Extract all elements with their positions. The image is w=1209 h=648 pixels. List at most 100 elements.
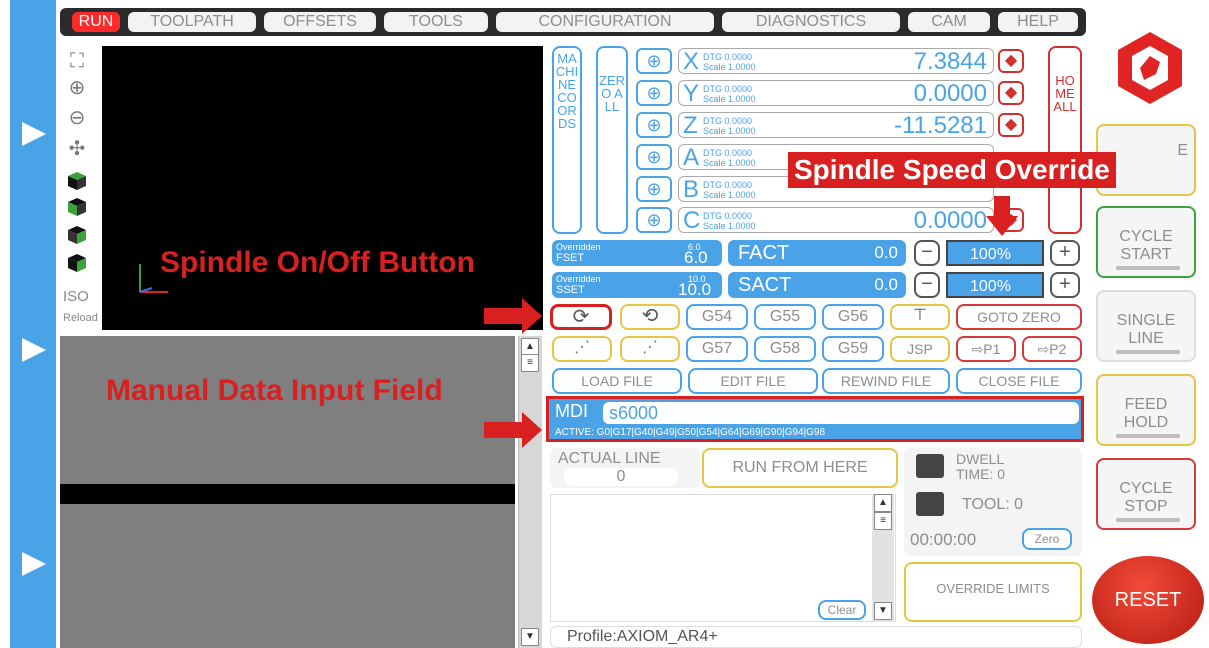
expand-arrow-icon[interactable] [22, 552, 46, 576]
toolpath-viewport[interactable] [102, 46, 543, 330]
coolant-flood-icon[interactable]: ⋰ [620, 336, 680, 362]
annotation-spindle-speed-override: Spindle Speed Override [788, 152, 1116, 188]
zoom-out-icon[interactable]: ⊖ [66, 107, 88, 129]
home-all-button[interactable]: HOME ALL [1048, 46, 1082, 234]
goto-p1-button[interactable]: ⇨P1 [956, 336, 1016, 362]
mdi-panel: MDI s6000 ACTIVE: G0|G17|G40|G49|G50|G54… [546, 396, 1084, 442]
tab-cam[interactable]: CAM [908, 12, 990, 32]
axis-value: -11.5281 [894, 112, 987, 139]
reset-button[interactable]: RESET [1092, 556, 1204, 644]
spindle-override-slider[interactable]: 100% [946, 272, 1044, 298]
axis-value: 7.3844 [913, 48, 987, 75]
spindle-plus-button[interactable]: + [1050, 272, 1080, 298]
edit-file-button[interactable]: EDIT FILE [688, 368, 818, 394]
zero-axis-icon[interactable]: ⊕ [636, 48, 672, 74]
reload-label[interactable]: Reload [63, 312, 98, 324]
view-front-icon[interactable] [66, 196, 88, 218]
view-iso-icon[interactable] [66, 252, 88, 274]
spindle-minus-button[interactable]: − [914, 272, 940, 298]
close-file-button[interactable]: CLOSE FILE [956, 368, 1082, 394]
profile-label: Profile:AXIOM_AR4+ [550, 626, 1082, 648]
log-scrollbar[interactable]: ▲ ≡ ▼ [872, 494, 894, 622]
clear-log-button[interactable]: Clear [818, 600, 866, 620]
tab-toolpath[interactable]: TOOLPATH [128, 12, 256, 32]
single-line-button[interactable]: SINGLE LINE [1096, 290, 1196, 362]
feed-override-slider[interactable]: 100% [946, 240, 1044, 266]
tab-run[interactable]: RUN [72, 12, 120, 32]
goto-p2-button[interactable]: ⇨P2 [1022, 336, 1082, 362]
tab-tools[interactable]: TOOLS [384, 12, 488, 32]
g59-button[interactable]: G59 [822, 336, 884, 362]
run-from-here-button[interactable]: RUN FROM HERE [702, 448, 898, 488]
feed-hold-button[interactable]: FEED HOLD [1096, 374, 1196, 446]
scroll-thumb[interactable]: ≡ [521, 354, 539, 372]
zero-axis-icon[interactable]: ⊕ [636, 80, 672, 106]
jsp-button[interactable]: JSP [890, 336, 950, 362]
g56-button[interactable]: G56 [822, 304, 884, 330]
annotation-arrow-right [484, 422, 524, 438]
left-rail [10, 0, 56, 648]
tab-bar: RUN TOOLPATH OFFSETS TOOLS CONFIGURATION… [60, 8, 1086, 36]
zero-axis-icon[interactable]: ⊕ [636, 176, 672, 202]
zero-axis-icon[interactable]: ⊕ [636, 112, 672, 138]
mdi-label: MDI [555, 401, 588, 421]
goto-zero-button[interactable]: GOTO ZERO [956, 304, 1082, 330]
g55-button[interactable]: G55 [754, 304, 816, 330]
expand-arrow-icon[interactable] [22, 338, 46, 362]
scroll-up-icon[interactable]: ▲ [874, 494, 892, 512]
active-gcodes: ACTIVE: G0|G17|G40|G49|G50|G54|G64|G69|G… [555, 427, 826, 438]
spindle-cw-button[interactable]: ⟳ [550, 304, 612, 330]
annotation-arrow-right-head [522, 298, 542, 334]
zero-timer-button[interactable]: Zero [1022, 528, 1072, 550]
center-view-icon[interactable]: ✣ [66, 138, 88, 160]
override-limits-button[interactable]: OVERRIDE LIMITS [904, 562, 1082, 622]
view-side-icon[interactable] [66, 224, 88, 246]
dwell-led [916, 454, 944, 478]
feed-minus-button[interactable]: − [914, 240, 940, 266]
dro-z[interactable]: Z DTG 0.0000 Scale 1.0000 -11.5281 [678, 112, 994, 139]
cycle-stop-button[interactable]: CYCLE STOP [1096, 458, 1196, 530]
rewind-file-button[interactable]: REWIND FILE [822, 368, 950, 394]
spindle-ccw-button[interactable]: ⟲ [620, 304, 680, 330]
actual-line-value: 0 [564, 468, 678, 486]
scroll-down-icon[interactable]: ▼ [874, 602, 892, 620]
axis-value: 0.0000 [913, 207, 987, 234]
sset-display: Overridden SSET 10.0 10.0 [552, 272, 722, 299]
gcode-scrollbar[interactable]: ▲ ≡ ▼ [518, 336, 542, 648]
iso-label[interactable]: ISO [63, 288, 89, 305]
mdi-input[interactable]: s6000 [603, 402, 1079, 424]
cycle-start-button[interactable]: CYCLE START [1096, 206, 1196, 278]
tab-help[interactable]: HELP [998, 12, 1078, 32]
home-axis-icon[interactable]: ◆ [998, 81, 1024, 105]
g54-button[interactable]: G54 [686, 304, 748, 330]
home-axis-icon[interactable]: ◆ [998, 49, 1024, 73]
tab-diagnostics[interactable]: DIAGNOSTICS [722, 12, 900, 32]
scroll-down-icon[interactable]: ▼ [521, 628, 539, 646]
view-top-icon[interactable] [66, 170, 88, 192]
home-axis-icon[interactable]: ◆ [998, 113, 1024, 137]
machine-coords-button[interactable]: MACHINE COORDS [552, 46, 582, 234]
tab-offsets[interactable]: OFFSETS [264, 12, 376, 32]
fit-view-icon[interactable]: ⛶ [66, 50, 88, 72]
tab-configuration[interactable]: CONFIGURATION [496, 12, 714, 32]
expand-arrow-icon[interactable] [22, 122, 46, 146]
dro-y[interactable]: Y DTG 0.0000 Scale 1.0000 0.0000 [678, 80, 994, 107]
annotation-arrow-right [484, 308, 524, 324]
annotation-arrow-down [994, 196, 1010, 216]
scroll-thumb[interactable]: ≡ [874, 512, 892, 530]
dro-c[interactable]: C DTG 0.0000 Scale 1.0000 0.0000 [678, 207, 994, 234]
axis-value: 0.0000 [913, 80, 987, 107]
gcode-current-line [60, 484, 515, 504]
g57-button[interactable]: G57 [686, 336, 748, 362]
zero-all-button[interactable]: ZERO ALL [596, 46, 628, 234]
tool-probe-icon[interactable]: ⊤ [890, 304, 950, 330]
zoom-in-icon[interactable]: ⊕ [66, 77, 88, 99]
feed-plus-button[interactable]: + [1050, 240, 1080, 266]
load-file-button[interactable]: LOAD FILE [552, 368, 682, 394]
dro-x[interactable]: X DTG 0.0000 Scale 1.0000 7.3844 [678, 48, 994, 75]
zero-axis-icon[interactable]: ⊕ [636, 207, 672, 233]
g58-button[interactable]: G58 [754, 336, 816, 362]
annotation-arrow-down-head [986, 216, 1018, 236]
zero-axis-icon[interactable]: ⊕ [636, 144, 672, 170]
coolant-mist-icon[interactable]: ⋰ [552, 336, 612, 362]
